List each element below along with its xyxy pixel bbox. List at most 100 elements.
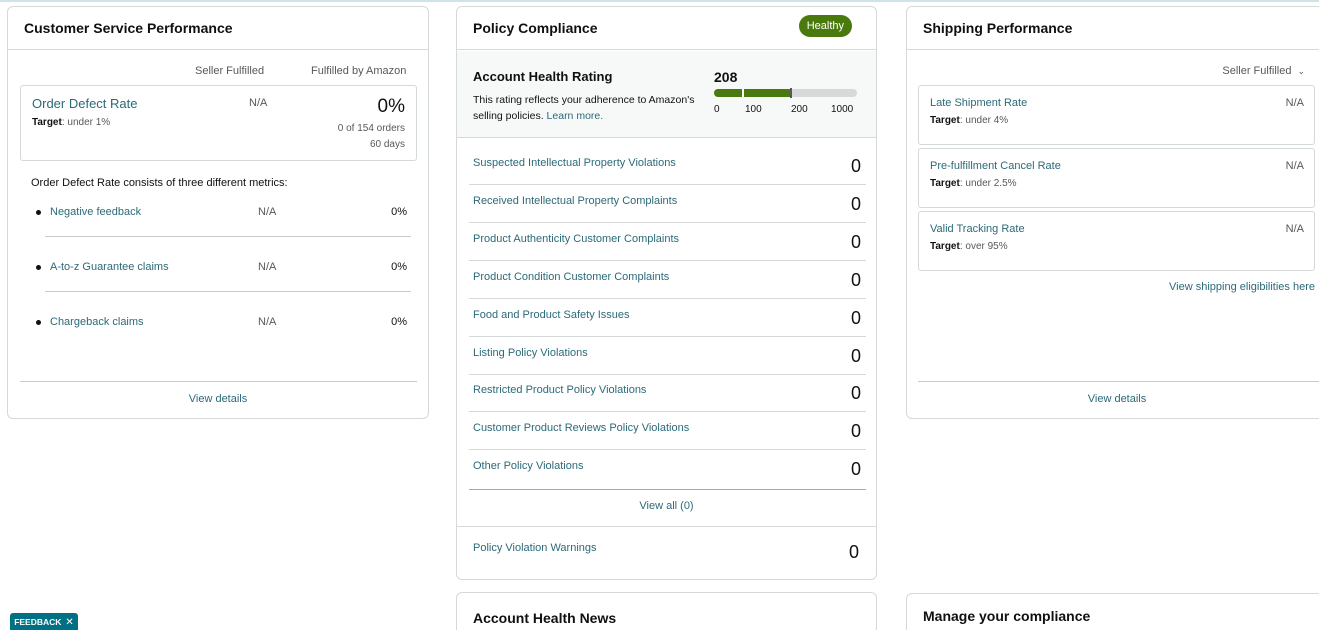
odr-seller-value: N/A	[249, 97, 268, 109]
target-value: : under 4%	[959, 115, 1009, 126]
account-health-news-title: Account Health News	[473, 610, 617, 626]
odr-amazon-value: 0%	[377, 96, 405, 117]
close-icon[interactable]: ✕	[65, 617, 73, 628]
learn-more-link[interactable]: Learn more.	[547, 110, 604, 122]
fulfillment-filter-value: Seller Fulfilled	[1222, 65, 1292, 77]
account-health-news-card: Account Health News	[456, 592, 877, 630]
policy-warnings-link[interactable]: Policy Violation Warnings	[473, 542, 597, 554]
violation-link[interactable]: Listing Policy Violations	[473, 347, 588, 359]
account-health-rating: Account Health Rating This rating reflec…	[457, 51, 876, 138]
shipping-title: Shipping Performance	[923, 20, 1073, 36]
metric-row: Chargeback claims N/A 0%	[36, 316, 411, 336]
metric-atoz-claims-link[interactable]: A-to-z Guarantee claims	[50, 261, 169, 273]
valid-tracking-rate-link[interactable]: Valid Tracking Rate	[930, 223, 1025, 235]
customer-service-header: Customer Service Performance	[8, 7, 428, 50]
violation-link[interactable]: Suspected Intellectual Property Violatio…	[473, 157, 676, 169]
shipping-eligibilities-link[interactable]: View shipping eligibilities here	[1169, 281, 1315, 293]
shipping-target: Target: under 2.5%	[930, 178, 1017, 189]
violation-link[interactable]: Other Policy Violations	[473, 460, 583, 472]
cs-view-details-link[interactable]: View details	[8, 393, 428, 405]
policy-compliance-title: Policy Compliance	[473, 20, 598, 36]
violation-count: 0	[850, 232, 861, 252]
manage-compliance-card: Manage your compliance	[906, 593, 1319, 630]
late-shipment-rate-link[interactable]: Late Shipment Rate	[930, 97, 1027, 109]
violation-link[interactable]: Product Authenticity Customer Complaints	[473, 233, 679, 245]
metric-seller-value: N/A	[258, 206, 277, 218]
target-label: Target	[930, 241, 960, 252]
odr-target: Target: under 1%	[32, 117, 110, 128]
metric-chargeback-claims-link[interactable]: Chargeback claims	[50, 316, 144, 328]
col-seller-fulfilled: Seller Fulfilled	[195, 65, 265, 77]
policy-warnings-row: Policy Violation Warnings 0	[457, 526, 876, 579]
odr-consists-text: Order Defect Rate consists of three diff…	[31, 177, 288, 189]
metric-seller-value: N/A	[258, 316, 277, 328]
metric-amazon-value: 0%	[391, 261, 407, 273]
target-label: Target	[930, 115, 960, 126]
violation-count: 0	[850, 194, 861, 214]
divider	[918, 381, 1319, 382]
tick-label: 1000	[831, 104, 854, 115]
status-badge: Healthy	[798, 15, 852, 37]
violation-count: 0	[850, 308, 861, 328]
odr-orders: 0 of 154 orders	[337, 123, 405, 134]
shipping-header: Shipping Performance	[907, 7, 1319, 50]
violation-row: Listing Policy Violations 0	[469, 337, 866, 375]
shipping-metric-value: N/A	[1285, 160, 1304, 172]
odr-target-value: : under 1%	[61, 117, 111, 128]
metric-amazon-value: 0%	[391, 316, 407, 328]
order-defect-rate-box: Order Defect Rate Target: under 1% N/A 0…	[20, 85, 417, 161]
bar-tick	[742, 89, 744, 97]
shipping-view-details-link[interactable]: View details	[907, 393, 1319, 405]
violation-row: Suspected Intellectual Property Violatio…	[469, 147, 866, 185]
ahr-description: This rating reflects your adherence to A…	[473, 92, 698, 124]
tick-label: 200	[791, 104, 808, 115]
top-border	[0, 0, 1319, 2]
violation-row: Restricted Product Policy Violations 0	[469, 374, 866, 412]
shipping-metric-box: Late Shipment Rate Target: under 4% N/A	[918, 85, 1315, 145]
violation-count: 0	[850, 156, 861, 176]
shipping-metric-box: Pre-fulfillment Cancel Rate Target: unde…	[918, 148, 1315, 208]
col-fulfilled-by-amazon: Fulfilled by Amazon	[311, 65, 407, 77]
shipping-target: Target: over 95%	[930, 241, 1008, 252]
violation-link[interactable]: Product Condition Customer Complaints	[473, 271, 669, 283]
ahr-title: Account Health Rating	[473, 69, 613, 84]
violation-count: 0	[850, 421, 861, 441]
violation-link[interactable]: Restricted Product Policy Violations	[473, 384, 646, 396]
shipping-metric-box: Valid Tracking Rate Target: over 95% N/A	[918, 211, 1315, 271]
metric-negative-feedback-link[interactable]: Negative feedback	[50, 206, 141, 218]
order-defect-rate-link[interactable]: Order Defect Rate	[32, 96, 138, 111]
violation-link[interactable]: Customer Product Reviews Policy Violatio…	[473, 422, 689, 434]
violation-row: Product Condition Customer Complaints 0	[469, 261, 866, 299]
violation-row: Customer Product Reviews Policy Violatio…	[469, 412, 866, 450]
violation-row: Other Policy Violations 0	[469, 450, 866, 490]
metric-seller-value: N/A	[258, 261, 277, 273]
violation-count: 0	[850, 383, 861, 403]
bullet	[36, 210, 41, 215]
divider	[45, 291, 411, 292]
metric-row: A-to-z Guarantee claims N/A 0%	[36, 261, 411, 281]
violation-row: Food and Product Safety Issues 0	[469, 299, 866, 337]
metric-amazon-value: 0%	[391, 206, 407, 218]
odr-target-label: Target	[32, 117, 62, 128]
customer-service-title: Customer Service Performance	[24, 20, 233, 36]
violation-row: Product Authenticity Customer Complaints…	[469, 223, 866, 261]
policy-compliance-card: Policy Compliance Healthy Account Health…	[456, 6, 877, 580]
ahr-score: 208	[714, 69, 738, 85]
violation-count: 0	[850, 346, 861, 366]
tick-label: 100	[745, 104, 762, 115]
fulfillment-filter-dropdown[interactable]: Seller Fulfilled ⌄	[1222, 65, 1305, 77]
shipping-target: Target: under 4%	[930, 115, 1008, 126]
prefulfillment-cancel-rate-link[interactable]: Pre-fulfillment Cancel Rate	[930, 160, 1061, 172]
violation-row: Received Intellectual Property Complaint…	[469, 185, 866, 223]
odr-days: 60 days	[369, 139, 405, 150]
manage-compliance-title: Manage your compliance	[923, 608, 1091, 624]
bullet	[36, 265, 41, 270]
chevron-down-icon: ⌄	[1297, 66, 1305, 76]
violation-link[interactable]: Food and Product Safety Issues	[473, 309, 630, 321]
view-all-violations-link[interactable]: View all (0)	[457, 500, 876, 512]
feedback-button[interactable]: FEEDBACK ✕	[10, 613, 78, 630]
shipping-performance-card: Shipping Performance Seller Fulfilled ⌄ L…	[906, 6, 1319, 419]
ahr-rating-bar	[714, 89, 857, 97]
violation-link[interactable]: Received Intellectual Property Complaint…	[473, 195, 677, 207]
shipping-metric-value: N/A	[1285, 223, 1304, 235]
